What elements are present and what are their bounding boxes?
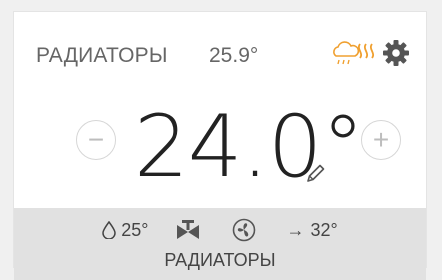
zone-title: РАДИАТОРЫ — [36, 44, 168, 67]
gear-icon[interactable] — [380, 37, 412, 69]
fan-icon — [232, 218, 255, 242]
arrow-right-icon: → — [286, 219, 305, 240]
status-footer[interactable]: 25° → 32° РАДИАТОРЫ — [14, 208, 426, 280]
fan-stat — [232, 218, 261, 242]
flow-temp-stat: → 32° — [287, 220, 338, 241]
increase-temp-button[interactable]: + — [361, 120, 401, 160]
zone-label: РАДИАТОРЫ — [164, 250, 276, 270]
humidity-value: 25° — [121, 219, 149, 240]
thermostat-card: РАДИАТОРЫ 25.9° − 24.0° + 25° → 32° РАДИ… — [14, 12, 426, 280]
target-temperature: 24.0° — [134, 97, 364, 197]
setpoint-area: − 24.0° + — [14, 94, 426, 208]
heating-icon — [333, 41, 375, 65]
humidity-stat: 25° — [102, 219, 149, 241]
flow-temp-value: 32° — [310, 219, 338, 240]
valve-stat — [175, 219, 206, 241]
decrease-temp-button[interactable]: − — [76, 120, 116, 160]
current-temperature: 25.9° — [209, 44, 259, 67]
valve-icon — [176, 220, 199, 239]
card-header: РАДИАТОРЫ 25.9° — [14, 12, 426, 94]
status-row: 25° → 32° — [14, 218, 426, 242]
drop-icon — [102, 221, 117, 239]
pencil-icon[interactable] — [304, 161, 328, 185]
